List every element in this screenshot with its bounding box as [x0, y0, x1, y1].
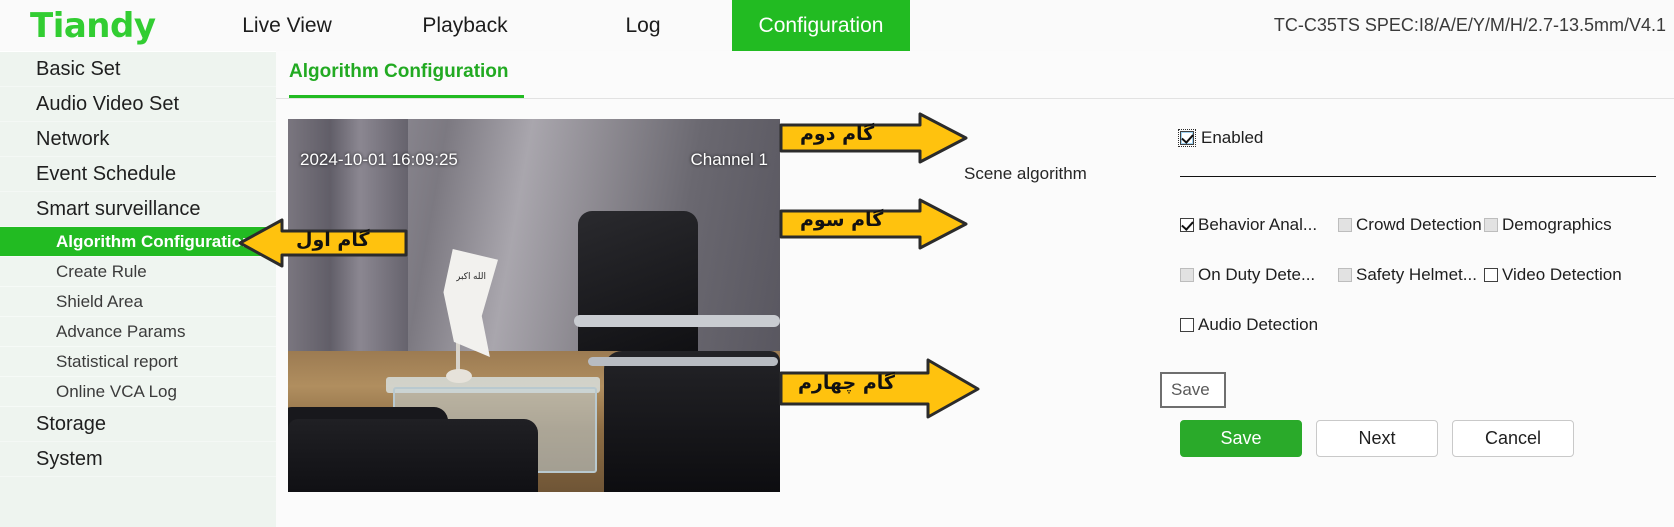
- crowd-detection-label: Crowd Detection: [1356, 215, 1482, 234]
- audio-detection-label: Audio Detection: [1198, 315, 1319, 334]
- nav-tab-configuration[interactable]: Configuration: [732, 0, 910, 51]
- video-detection-checkbox[interactable]: [1484, 268, 1498, 282]
- annotation-arrow-step-two: گام دوم: [778, 110, 968, 166]
- sidebar: Basic Set Audio Video Set Network Event …: [0, 51, 276, 527]
- sidebar-subitem-statistical-report[interactable]: Statistical report: [0, 347, 276, 377]
- section-divider: [1180, 176, 1656, 177]
- video-preview[interactable]: الله اکبر 2024-10-01 16:09:25 Channel 1: [288, 119, 780, 492]
- video-flag-text: الله اکبر: [456, 271, 486, 281]
- sidebar-bottom-pad: [0, 477, 276, 489]
- sidebar-item-network[interactable]: Network: [0, 122, 276, 157]
- top-bar: Tiandy Live View Playback Log Configurat…: [0, 0, 1674, 53]
- checkbox-audio-detection[interactable]: Audio Detection: [1180, 315, 1338, 335]
- sidebar-subitem-online-vca-log[interactable]: Online VCA Log: [0, 377, 276, 407]
- sidebar-item-storage[interactable]: Storage: [0, 407, 276, 442]
- enabled-checkbox[interactable]: [1178, 129, 1196, 147]
- tab-algorithm-configuration[interactable]: Algorithm Configuration: [289, 61, 509, 92]
- brand-logo: Tiandy: [30, 5, 156, 46]
- safety-helmet-label: Safety Helmet...: [1356, 265, 1477, 284]
- video-channel-label: Channel 1: [690, 150, 768, 169]
- video-timestamp: 2024-10-01 16:09:25: [300, 150, 458, 169]
- main-nav: Live View Playback Log Configuration: [198, 0, 910, 51]
- behavior-analysis-checkbox[interactable]: [1180, 218, 1194, 232]
- action-button-row: Save Next Cancel: [1180, 420, 1574, 457]
- app-window: Tiandy Live View Playback Log Configurat…: [0, 0, 1674, 527]
- checkbox-video-detection[interactable]: Video Detection: [1484, 265, 1644, 285]
- annotation-arrow-step-four: گام چهارم: [778, 356, 980, 422]
- sidebar-subitem-create-rule[interactable]: Create Rule: [0, 257, 276, 287]
- annotation-arrow-step-one: گام اول: [238, 216, 408, 270]
- content-area: Algorithm Configuration الله اکبر 2024-1…: [276, 51, 1674, 527]
- sidebar-item-event-schedule[interactable]: Event Schedule: [0, 157, 276, 192]
- video-chair-armrest: [574, 315, 780, 327]
- tab-active-underline: [289, 95, 524, 98]
- algorithm-row-2: On Duty Dete... Safety Helmet... Video D…: [1180, 262, 1656, 288]
- cancel-button[interactable]: Cancel: [1452, 420, 1574, 457]
- algorithm-row-3: Audio Detection: [1180, 312, 1656, 338]
- next-button[interactable]: Next: [1316, 420, 1438, 457]
- video-detection-label: Video Detection: [1502, 265, 1622, 284]
- nav-tab-playback[interactable]: Playback: [376, 0, 554, 51]
- annotation-label-step-four: گام چهارم: [798, 372, 895, 394]
- annotation-label-step-one: گام اول: [296, 229, 370, 251]
- audio-detection-checkbox[interactable]: [1180, 318, 1194, 332]
- device-model-label: TC-C35TS SPEC:I8/A/E/Y/M/H/2.7-13.5mm/V4…: [1273, 15, 1666, 35]
- behavior-analysis-label: Behavior Anal...: [1198, 215, 1318, 234]
- checkbox-on-duty-detection[interactable]: On Duty Dete...: [1180, 265, 1338, 285]
- annotation-arrow-step-three: گام سوم: [778, 196, 968, 252]
- demographics-checkbox[interactable]: [1484, 218, 1498, 232]
- nav-tab-live-view[interactable]: Live View: [198, 0, 376, 51]
- scene-algorithm-label: Scene algorithm: [964, 164, 1087, 183]
- checkbox-demographics[interactable]: Demographics: [1484, 215, 1644, 235]
- sidebar-item-basic-set[interactable]: Basic Set: [0, 52, 276, 87]
- nav-tab-log[interactable]: Log: [554, 0, 732, 51]
- sidebar-item-audio-video-set[interactable]: Audio Video Set: [0, 87, 276, 122]
- checkbox-crowd-detection[interactable]: Crowd Detection: [1338, 215, 1484, 235]
- safety-helmet-checkbox[interactable]: [1338, 268, 1352, 282]
- sidebar-subitem-shield-area[interactable]: Shield Area: [0, 287, 276, 317]
- video-sofa: [288, 419, 538, 492]
- sidebar-item-system[interactable]: System: [0, 442, 276, 477]
- checkbox-behavior-analysis[interactable]: Behavior Anal...: [1180, 215, 1338, 235]
- sidebar-item-smart-surveillance[interactable]: Smart surveillance: [0, 192, 276, 227]
- enabled-checkbox-row[interactable]: Enabled: [1178, 128, 1264, 148]
- save-button[interactable]: Save: [1180, 420, 1302, 457]
- content-tab-strip: Algorithm Configuration: [276, 51, 1674, 99]
- video-chair-back: [578, 211, 698, 361]
- video-flag-base: [446, 369, 472, 383]
- algorithm-row-1: Behavior Anal... Crowd Detection Demogra…: [1180, 212, 1656, 238]
- demographics-label: Demographics: [1502, 215, 1612, 234]
- annotation-label-step-three: گام سوم: [800, 209, 884, 231]
- sidebar-subitem-advance-params[interactable]: Advance Params: [0, 317, 276, 347]
- checkbox-safety-helmet[interactable]: Safety Helmet...: [1338, 265, 1484, 285]
- video-chair-armrest-2: [588, 357, 778, 366]
- enabled-label: Enabled: [1201, 128, 1264, 147]
- video-chair-front: [604, 351, 780, 492]
- crowd-detection-checkbox[interactable]: [1338, 218, 1352, 232]
- sidebar-subitem-algorithm-configuration[interactable]: Algorithm Configuration: [0, 227, 276, 257]
- save-tooltip: Save: [1160, 372, 1226, 408]
- on-duty-detection-checkbox[interactable]: [1180, 268, 1194, 282]
- algorithm-checkbox-grid: Behavior Anal... Crowd Detection Demogra…: [1180, 212, 1656, 362]
- annotation-label-step-two: گام دوم: [800, 123, 875, 145]
- on-duty-detection-label: On Duty Dete...: [1198, 265, 1316, 284]
